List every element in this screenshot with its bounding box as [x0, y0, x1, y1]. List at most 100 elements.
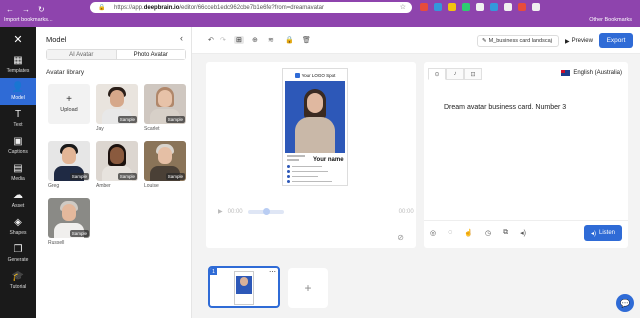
redo-icon[interactable]: ↷ — [220, 36, 226, 44]
shapes-icon: ◈ — [14, 216, 22, 228]
sample-badge: Sample — [69, 230, 89, 237]
media-icon: ▤ — [13, 162, 23, 174]
avatar-tile-russell[interactable]: Sample — [48, 198, 90, 238]
avatar-tile-louise[interactable]: Sample — [144, 141, 186, 181]
edit-icon: ✎ — [482, 38, 487, 44]
business-card-scene[interactable]: Your LOGO Spot Your name — [282, 68, 348, 186]
script-text[interactable]: Dream avatar business card. Number 3 — [444, 104, 566, 111]
bookmark-star-icon[interactable]: ☆ — [400, 3, 406, 11]
volume-icon[interactable]: ◂) — [520, 229, 526, 237]
avatar-tile-jay[interactable]: Sample — [96, 84, 138, 124]
avatar-face — [307, 93, 323, 113]
close-icon[interactable]: ✕ — [0, 27, 36, 51]
language-label: English (Australia) — [573, 70, 622, 76]
layout-icon: ▦ — [13, 54, 23, 66]
sidebar-item-shapes[interactable]: ◈ Shapes — [0, 213, 36, 240]
extension-icon[interactable] — [518, 3, 526, 11]
tab-ai-avatar[interactable]: AI Avatar — [47, 50, 116, 59]
captions-off-icon[interactable]: ⊘ — [397, 233, 404, 242]
sample-badge: Sample — [117, 173, 137, 180]
voice-icon[interactable]: ◎ — [430, 229, 436, 237]
chevron-left-icon[interactable]: ‹ — [180, 33, 183, 43]
avatar-tile-amber[interactable]: Sample — [96, 141, 138, 181]
gesture-icon[interactable]: ☝ — [464, 229, 473, 237]
avatar-tile-greg[interactable]: Sample — [48, 141, 90, 181]
tab-photo-avatar[interactable]: Photo Avatar — [115, 50, 185, 59]
extension-icon[interactable] — [462, 3, 470, 11]
export-button[interactable]: Export — [599, 33, 633, 48]
card-name-text[interactable]: Your name — [313, 157, 344, 163]
avatar-name: Jay — [96, 126, 104, 132]
back-arrow-icon[interactable]: ← — [6, 5, 14, 14]
sidebar-item-model[interactable]: 👤 Model — [0, 78, 36, 105]
forward-arrow-icon[interactable]: → — [22, 5, 30, 14]
layers-icon[interactable]: ≋ — [268, 36, 274, 44]
extension-icon[interactable] — [490, 3, 498, 11]
url-domain: deepbrain.io — [143, 4, 180, 11]
sidebar-item-tutorial[interactable]: 🎓 Tutorial — [0, 267, 36, 294]
slider-handle[interactable] — [262, 207, 270, 215]
add-element-icon[interactable]: ⊞ — [234, 36, 244, 44]
more-options-icon[interactable]: ⋯ — [269, 268, 276, 276]
sidebar-item-media[interactable]: ▤ Media — [0, 159, 36, 186]
project-name: M_business card landscaj — [488, 38, 552, 44]
generate-icon: ❐ — [13, 243, 23, 255]
script-tabs: ⊙ ♪ ⊡ — [428, 68, 482, 80]
scene-preview — [234, 271, 254, 305]
trash-icon[interactable]: 🗑 — [302, 36, 311, 44]
extension-icon[interactable] — [434, 3, 442, 11]
script-tools: ◎ ◌ ☝ ◷ ⧉ ◂) — [430, 229, 526, 237]
reload-icon[interactable]: ↻ — [38, 5, 45, 14]
timeline-slider[interactable] — [247, 207, 284, 215]
avatar-name: Greg — [48, 183, 60, 189]
sidebar-item-asset[interactable]: ☁ Asset — [0, 186, 36, 213]
play-icon[interactable]: ▶ — [218, 208, 223, 215]
lock-icon[interactable]: 🔒 — [285, 36, 294, 44]
other-bookmarks-folder[interactable]: Other Bookmarks — [589, 17, 632, 23]
sidebar-item-captions[interactable]: ▣ Captions — [0, 132, 36, 159]
import-bookmarks-link[interactable]: Import bookmarks... — [4, 17, 53, 23]
tab-text-script[interactable]: ⊙ — [428, 68, 446, 80]
speech-icon[interactable]: ◌ — [448, 229, 452, 237]
scene-thumbnail[interactable]: 1 ⋯ — [208, 266, 280, 308]
tab-script-3[interactable]: ⊡ — [464, 68, 482, 80]
project-name-field[interactable]: ✎ M_business card landscaj — [477, 35, 559, 47]
extension-icon[interactable] — [504, 3, 512, 11]
tab-script-2[interactable]: ♪ — [446, 68, 464, 80]
sidebar-item-text[interactable]: T Text — [0, 105, 36, 132]
avatar-body — [295, 117, 335, 153]
extension-icon[interactable] — [476, 3, 484, 11]
position-icon[interactable]: ⊕ — [252, 36, 258, 44]
contact-row — [287, 165, 343, 168]
sample-badge: Sample — [165, 116, 185, 123]
language-select[interactable]: English (Australia) — [561, 70, 622, 76]
sidebar-item-label: Tutorial — [9, 283, 27, 290]
undo-icon[interactable]: ↶ — [208, 36, 214, 44]
placeholder-line — [287, 155, 305, 157]
address-bar[interactable]: 🔒 https://app. deepbrain.io/editor/66cceb… — [90, 2, 412, 13]
profile-icon[interactable] — [532, 3, 540, 11]
sample-badge: Sample — [117, 116, 137, 123]
avatar-photo[interactable] — [285, 81, 345, 153]
upload-button[interactable]: + Upload — [48, 84, 90, 124]
sidebar-item-label: Text — [13, 121, 23, 128]
listen-button[interactable]: ◂) Listen — [584, 225, 622, 241]
avatar-tile-scarlet[interactable]: Sample — [144, 84, 186, 124]
extension-icon[interactable] — [448, 3, 456, 11]
chat-support-icon[interactable]: 💬 — [616, 294, 634, 312]
play-icon: ▶ — [565, 38, 570, 45]
sidebar-item-label: Asset — [11, 202, 25, 209]
extension-icon[interactable] — [420, 3, 428, 11]
sample-badge: Sample — [69, 173, 89, 180]
upload-label: Upload — [60, 107, 78, 113]
sidebar-item-generate[interactable]: ❐ Generate — [0, 240, 36, 267]
pronunciation-icon[interactable]: ⧉ — [503, 229, 508, 237]
script-panel: ⊙ ♪ ⊡ English (Australia) Dream avatar b… — [424, 62, 628, 248]
sidebar-item-templates[interactable]: ▦ Templates — [0, 51, 36, 78]
scene-number: 1 — [210, 268, 217, 275]
add-scene-button[interactable]: + — [288, 268, 328, 308]
preview-button[interactable]: ▶ Preview — [565, 35, 593, 47]
timer-icon[interactable]: ◷ — [485, 229, 491, 237]
placeholder-line — [287, 159, 299, 161]
sample-badge: Sample — [165, 173, 185, 180]
